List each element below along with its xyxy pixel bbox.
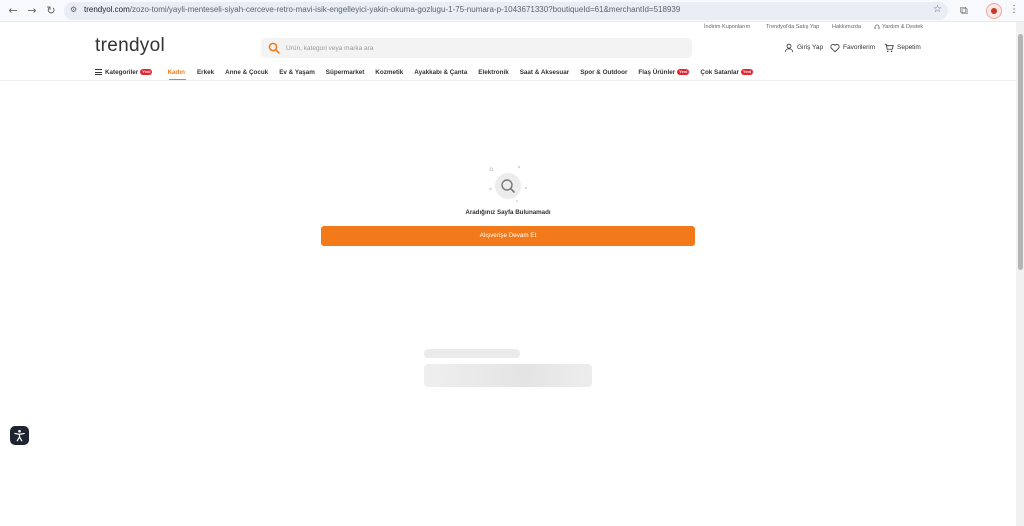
nav-item-supermarket[interactable]: Süpermarket bbox=[326, 66, 365, 78]
nav-categories[interactable]: Kategoriler Yeni bbox=[95, 66, 153, 78]
nav-item-cok-satanlar[interactable]: Çok Satanlar Yeni bbox=[700, 66, 754, 78]
nav-item-anne-cocuk[interactable]: Anne & Çocuk bbox=[225, 66, 268, 78]
reload-button[interactable]: ↻ bbox=[44, 4, 58, 18]
accessibility-button[interactable] bbox=[10, 426, 29, 445]
nav-categories-label: Kategoriler bbox=[105, 68, 139, 76]
search-icon[interactable] bbox=[268, 42, 280, 54]
favorites-button[interactable]: Favorilerim bbox=[830, 42, 875, 54]
url-host: trendyol.com bbox=[84, 5, 130, 14]
profile-avatar[interactable] bbox=[986, 3, 1002, 19]
extensions-icon[interactable]: ⧉ bbox=[960, 4, 968, 18]
nav-flas-label: Flaş Ürünler bbox=[638, 68, 676, 76]
accessibility-icon bbox=[14, 429, 25, 442]
nav-item-elektronik[interactable]: Elektronik bbox=[478, 66, 508, 78]
search-input[interactable] bbox=[286, 41, 666, 55]
nav-item-erkek[interactable]: Erkek bbox=[197, 66, 214, 78]
scrollbar-thumb[interactable] bbox=[1018, 34, 1023, 270]
nav-item-kozmetik[interactable]: Kozmetik bbox=[375, 66, 403, 78]
nav-item-spor-outdoor[interactable]: Spor & Outdoor bbox=[580, 66, 627, 78]
url-path: /zozo-tomi/yayli-menteseli-siyah-cerceve… bbox=[129, 5, 681, 14]
login-button[interactable]: Giriş Yap bbox=[784, 42, 823, 54]
badge-new: Yeni bbox=[740, 69, 754, 75]
cart-icon bbox=[884, 43, 894, 53]
top-link-coupons[interactable]: İndirim Kuponlarım bbox=[704, 24, 750, 30]
nav-item-ev-yasam[interactable]: Ev & Yaşam bbox=[279, 66, 315, 78]
skeleton-block bbox=[424, 364, 592, 387]
back-button[interactable]: ← bbox=[6, 4, 20, 18]
login-label: Giriş Yap bbox=[797, 44, 824, 51]
nav-item-kadin[interactable]: Kadın bbox=[167, 66, 185, 78]
nav-cok-satanlar-label: Çok Satanlar bbox=[700, 68, 739, 76]
top-link-help[interactable]: Yardım & Destek bbox=[874, 24, 923, 30]
badge-new: Yeni bbox=[140, 69, 153, 75]
badge-new: Yeni bbox=[677, 69, 690, 75]
browser-menu-icon[interactable]: ⋮ bbox=[1009, 4, 1019, 15]
magnifier-icon bbox=[489, 166, 527, 202]
headset-icon bbox=[874, 24, 880, 29]
user-icon bbox=[784, 43, 794, 53]
site-settings-icon[interactable]: ⚙ bbox=[70, 5, 80, 15]
hamburger-icon bbox=[95, 69, 102, 75]
not-found-message: Aradığınız Sayfa Bulunamadı bbox=[465, 209, 551, 216]
cart-button[interactable]: Sepetim bbox=[884, 42, 921, 54]
top-link-about[interactable]: Hakkımızda bbox=[832, 24, 861, 30]
url-text[interactable]: trendyol.com/zozo-tomi/yayli-menteseli-s… bbox=[84, 5, 680, 15]
forward-button[interactable]: → bbox=[25, 4, 39, 18]
bookmark-star-icon[interactable]: ☆ bbox=[933, 4, 942, 15]
nav-item-flas-urunler[interactable]: Flaş Ürünler Yeni bbox=[638, 66, 690, 78]
cart-label: Sepetim bbox=[897, 44, 921, 51]
nav-item-saat-aksesuar[interactable]: Saat & Aksesuar bbox=[520, 66, 569, 78]
trendyol-logo[interactable]: trendyol bbox=[95, 35, 165, 57]
favorites-label: Favorilerim bbox=[843, 44, 876, 51]
category-nav: Kategoriler Yeni Kadın Erkek Anne & Çocu… bbox=[95, 66, 754, 78]
header-divider bbox=[0, 80, 1016, 81]
help-label: Yardım & Destek bbox=[882, 24, 924, 30]
continue-shopping-button[interactable]: Alışverişe Devam Et bbox=[321, 226, 695, 246]
nav-item-ayakkabi-canta[interactable]: Ayakkabı & Çanta bbox=[414, 66, 467, 78]
top-link-sell[interactable]: Trendyol'da Satış Yap bbox=[766, 24, 819, 30]
skeleton-line bbox=[424, 349, 520, 358]
heart-icon bbox=[830, 44, 840, 53]
